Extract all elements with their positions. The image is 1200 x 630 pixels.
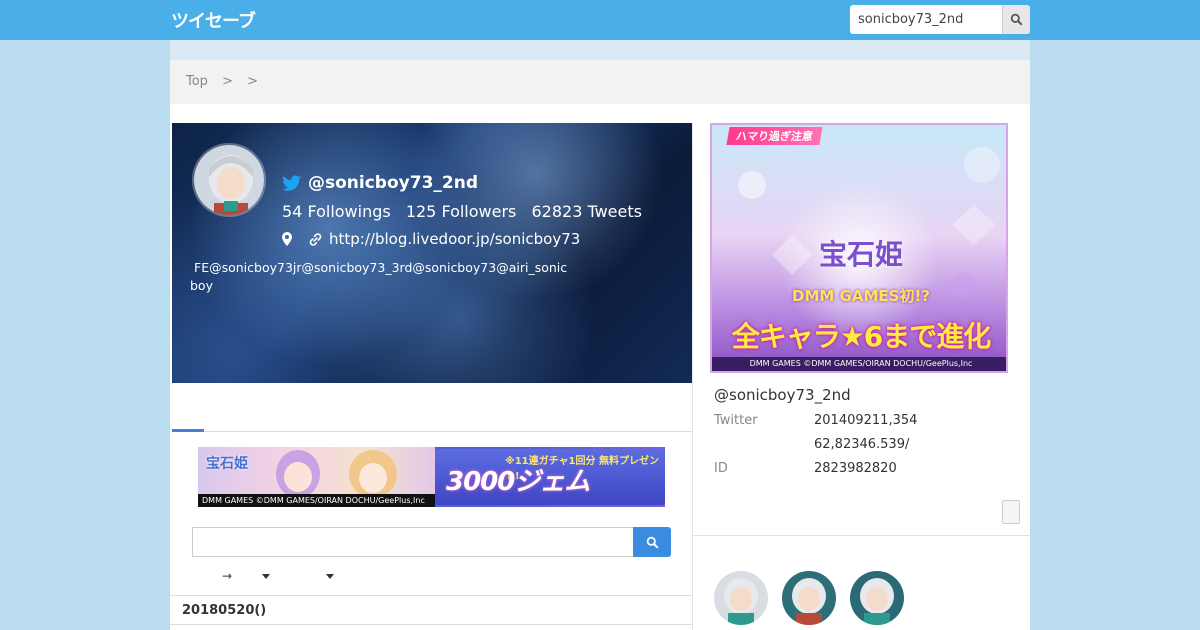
tweets-count[interactable]: 62823 Tweets [531, 202, 642, 221]
top-navigation-bar: ツイセーブ [0, 0, 1200, 40]
account-info-table: Twitter 201409211,354 62,82346.539/ ID 2… [714, 413, 917, 485]
ad-title: 宝石姫 [818, 238, 903, 271]
info-key: Twitter [714, 413, 758, 428]
link-icon [309, 232, 322, 246]
main-container: Top > > @sonicboy73_2nd 54 Followings 12… [170, 40, 1031, 630]
banner-footer: DMM GAMES ©DMM GAMES/OIRAN DOCHU/GeePlus… [198, 494, 435, 507]
game-ad-banner[interactable]: 宝石姫 ※11連ガチャ1回分 無料プレゼント! 3000ジェム DMM GAME… [198, 447, 665, 507]
active-tab-indicator[interactable] [172, 429, 204, 432]
avatar[interactable] [714, 571, 768, 625]
search-input[interactable] [850, 5, 1002, 34]
info-key: ID [714, 461, 728, 476]
search-icon [1010, 13, 1023, 26]
info-value: 201409211,354 [814, 413, 918, 428]
header-search [850, 5, 1030, 34]
tab-bar [172, 383, 692, 432]
profile-header: @sonicboy73_2nd 54 Followings 125 Follow… [172, 123, 692, 383]
profile-url[interactable]: http://blog.livedoor.jp/sonicboy73 [329, 230, 580, 248]
filter-row: → [222, 569, 335, 583]
followers-count[interactable]: 125 Followers [406, 202, 517, 221]
related-accounts [714, 571, 918, 625]
top-strip [170, 40, 1030, 60]
breadcrumb-top-link[interactable]: Top [186, 74, 208, 89]
chevron-down-icon[interactable] [326, 573, 335, 579]
ad-footer: DMM GAMES ©DMM GAMES/OIRAN DOCHU/GeePlus… [712, 357, 1006, 371]
date-heading: 20180520() [170, 595, 692, 625]
followings-count[interactable]: 54 Followings [282, 202, 391, 221]
profile-stats: 54 Followings 125 Followers 62823 Tweets [282, 202, 652, 221]
info-value: 62,82346.539/ [814, 437, 910, 452]
tweet-search [192, 527, 671, 557]
ad-headline: 全キャラ★6まで進化 [731, 320, 992, 353]
location-pin-icon [282, 232, 292, 246]
profile-handle-row: @sonicboy73_2nd [282, 173, 478, 193]
breadcrumb: Top > > [170, 60, 1030, 104]
divider [693, 535, 1031, 536]
info-row: 62,82346.539/ [714, 437, 917, 461]
info-row: Twitter 201409211,354 [714, 413, 917, 437]
ad-subtitle: DMM GAMES初!? [792, 287, 930, 305]
sidebar-game-ad[interactable]: ハマり過ぎ注意 宝石姫 DMM GAMES初!? 全キャラ★6まで進化 DMM … [710, 123, 1008, 373]
info-row: ID 2823982820 [714, 461, 917, 485]
breadcrumb-separator: > [222, 74, 233, 89]
avatar[interactable] [782, 571, 836, 625]
site-logo[interactable]: ツイセーブ [171, 7, 256, 33]
sidebar-handle[interactable]: @sonicboy73_2nd [714, 386, 851, 404]
info-value: 2823982820 [814, 461, 897, 476]
twitter-bird-icon [282, 174, 302, 191]
profile-link-row: http://blog.livedoor.jp/sonicboy73 [282, 230, 580, 248]
sidebar: ハマり過ぎ注意 宝石姫 DMM GAMES初!? 全キャラ★6まで進化 DMM … [692, 123, 1031, 630]
tweet-search-button[interactable] [633, 527, 671, 557]
profile-handle[interactable]: @sonicboy73_2nd [308, 173, 478, 193]
breadcrumb-separator: > [247, 74, 259, 89]
banner-gem-text: 3000ジェム [446, 467, 590, 497]
tweet-search-input[interactable] [192, 527, 633, 557]
info-key [714, 437, 814, 461]
search-button[interactable] [1002, 5, 1030, 34]
avatar[interactable] [850, 571, 904, 625]
sort-arrow[interactable]: → [222, 569, 232, 583]
chevron-down-icon[interactable] [262, 573, 271, 579]
sidebar-small-button[interactable] [1002, 500, 1020, 524]
search-icon [646, 536, 658, 548]
avatar[interactable] [192, 143, 266, 217]
profile-bio: FE@sonicboy73jr@sonicboy73_3rd@sonicboy7… [190, 260, 568, 293]
ad-top-label: ハマり過ぎ注意 [726, 127, 823, 145]
banner-brand: 宝石姫 [206, 456, 248, 472]
